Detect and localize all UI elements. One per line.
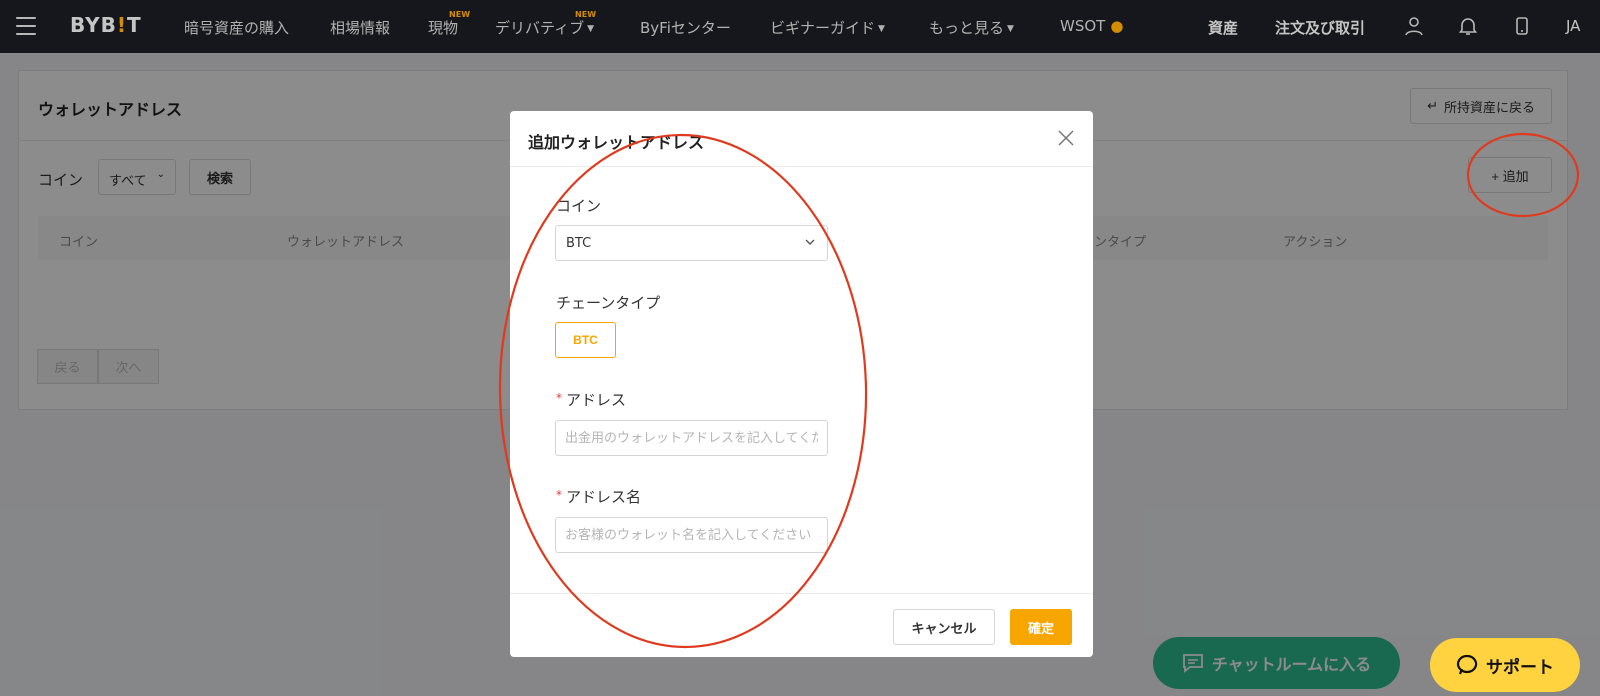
caret-down-icon: ▼ [1007,24,1014,34]
address-name-input[interactable] [555,517,828,553]
confirm-button[interactable]: 確定 [1010,609,1072,645]
modal-footer: キャンセル 確定 [510,593,1093,657]
new-badge: NEW [449,10,471,19]
user-icon[interactable] [1404,16,1424,36]
menu-icon[interactable] [16,17,36,35]
add-wallet-address-modal: 追加ウォレットアドレス コイン BTC チェーンタイプ BTC *アドレス *ア… [510,111,1093,657]
nav-markets[interactable]: 相場情報 [330,17,390,38]
support-button[interactable]: サポート [1430,638,1580,692]
coin-label: コイン [556,197,602,215]
bell-icon[interactable] [1458,16,1478,36]
required-marker: * [556,488,562,502]
chain-type-btc-option[interactable]: BTC [555,322,616,358]
nav-buy-crypto[interactable]: 暗号資産の購入 [184,17,289,38]
nav-wsot[interactable]: WSOT ● [1060,17,1123,35]
nav-derivatives[interactable]: デリバティブ ▼ NEW [495,10,596,38]
caret-down-icon: ▼ [878,24,885,34]
flame-icon: ● [1110,17,1124,35]
nav-more[interactable]: もっと見る ▼ [929,17,1014,38]
address-label: * アドレス [556,391,627,409]
required-marker: * [556,391,562,405]
speech-bubble-icon [1456,654,1478,675]
nav-spot[interactable]: 現物 NEW [428,10,470,38]
nav-byfi[interactable]: ByFiセンター [640,17,731,38]
address-name-label: * アドレス名 [556,488,642,506]
nav-assets[interactable]: 資産 [1208,17,1238,38]
nav-orders[interactable]: 注文及び取引 [1275,17,1365,38]
close-icon[interactable] [1057,129,1075,147]
new-badge: NEW [575,10,597,19]
coin-select[interactable]: BTC [555,225,828,261]
chain-type-label: チェーンタイプ [556,294,661,312]
language-selector[interactable]: JA [1566,17,1580,35]
caret-down-icon: ▼ [587,24,595,34]
address-input[interactable] [555,420,828,456]
mobile-icon[interactable] [1512,16,1532,36]
chevron-down-icon [805,239,815,245]
nav-beginner-guide[interactable]: ビギナーガイド ▼ [770,17,885,38]
top-nav: BYB!T 暗号資産の購入 相場情報 現物 NEW デリバティブ ▼ NEW ByFi… [0,0,1600,53]
modal-title: 追加ウォレットアドレス [528,133,705,152]
cancel-button[interactable]: キャンセル [893,609,995,645]
logo[interactable]: BYB!T [70,13,142,37]
